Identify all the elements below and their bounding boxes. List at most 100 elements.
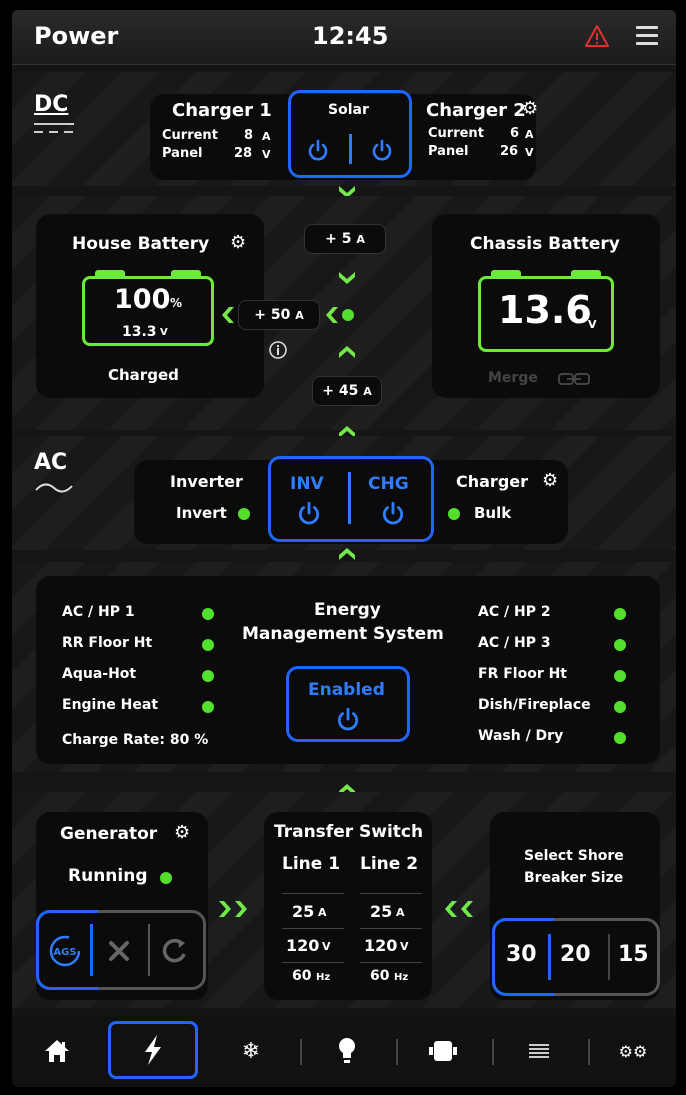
inv-power-button[interactable] xyxy=(296,500,322,526)
charger1-panel-unit: V xyxy=(262,148,271,161)
line2-volts-unit: V xyxy=(400,940,409,953)
chassis-battery-title: Chassis Battery xyxy=(470,234,620,254)
line2-sep-1 xyxy=(360,893,422,894)
nav-slides[interactable] xyxy=(398,1023,488,1079)
inv-chg-toggle xyxy=(268,456,434,542)
inverter-title[interactable]: Inverter xyxy=(170,472,243,491)
line2-volts: 120 xyxy=(364,936,398,955)
flow-top-value: + 5 xyxy=(325,231,352,247)
line1-amps-unit: A xyxy=(318,906,327,919)
nav-lighting[interactable] xyxy=(302,1023,392,1079)
flow-bottom-amps: + 45 A xyxy=(312,376,382,406)
ems-power-icon xyxy=(337,707,359,731)
charger2-current-value: 6 xyxy=(510,126,520,141)
top-bar: Power 12:45 xyxy=(12,10,676,65)
generator-title: Generator xyxy=(60,824,158,844)
sources-section: Generator ⚙ Running AGS Transfer Switch … xyxy=(12,792,676,1008)
line1-sep-1 xyxy=(282,893,344,894)
shore-option-20[interactable]: 20 xyxy=(560,942,591,967)
line2-sep-3 xyxy=(360,962,422,963)
flow-house-value: + 50 xyxy=(254,307,291,323)
charger1-current-label: Current xyxy=(162,128,218,143)
nav-climate[interactable]: ❄ xyxy=(206,1023,296,1079)
solar-title: Solar xyxy=(328,102,369,118)
shore-option-15[interactable]: 15 xyxy=(618,942,649,967)
inverter-status-dot xyxy=(238,508,250,520)
house-battery-title: House Battery xyxy=(72,234,210,254)
ac-charger-title[interactable]: Charger xyxy=(456,472,528,491)
ems-load-right-3[interactable]: Dish/Fireplace xyxy=(478,697,591,713)
ac-charger-status: Bulk xyxy=(474,504,512,522)
ems-load-right-0[interactable]: AC / HP 2 xyxy=(478,604,551,620)
charger2-panel-value: 26 xyxy=(500,144,519,159)
shore-option-30[interactable]: 30 xyxy=(506,942,537,967)
stop-icon[interactable] xyxy=(108,940,130,962)
line1-sep-2 xyxy=(282,928,344,929)
generator-settings-icon[interactable]: ⚙ xyxy=(174,822,190,843)
ems-load-right-2[interactable]: FR Floor Ht xyxy=(478,666,567,682)
ems-load-left-3[interactable]: Engine Heat xyxy=(62,697,158,713)
line1-volts: 120 xyxy=(286,936,320,955)
flow-junction-dot xyxy=(342,309,354,321)
house-battery-percent: 100 xyxy=(114,284,171,315)
gears-icon: ⚙⚙ xyxy=(618,1041,648,1061)
line1-hz-unit: Hz xyxy=(316,972,331,983)
ems-section: Charge Rate: 80 % Energy Management Syst… xyxy=(12,562,676,772)
generator-status: Running xyxy=(68,866,148,886)
ems-load-left-dot-0 xyxy=(202,608,214,620)
charger1-current-value: 8 xyxy=(244,128,254,143)
transfer-title: Transfer Switch xyxy=(274,822,424,842)
charger1-title[interactable]: Charger 1 xyxy=(172,100,272,121)
merge-label[interactable]: Merge xyxy=(488,370,538,386)
home-icon xyxy=(45,1040,69,1062)
flow-left-icon xyxy=(222,307,234,323)
solar-power2-button[interactable] xyxy=(370,138,394,162)
ac-charger-settings-icon[interactable]: ⚙ xyxy=(542,470,558,491)
ems-load-left-1[interactable]: RR Floor Ht xyxy=(62,635,152,651)
ems-load-right-dot-1 xyxy=(614,639,626,651)
flow-top-unit: A xyxy=(356,233,365,246)
flow-up-icon-3 xyxy=(339,548,355,560)
charger2-panel-unit: V xyxy=(525,146,534,159)
nav-power[interactable] xyxy=(108,1021,198,1079)
battery-section: House Battery ⚙ 100 % 13.3 V Charged + 5… xyxy=(12,196,676,430)
ems-charge-rate[interactable]: Charge Rate: 80 % xyxy=(62,732,208,748)
nav-home[interactable] xyxy=(12,1023,102,1079)
shore-divider-2 xyxy=(608,934,610,980)
ems-title-line2: Management System xyxy=(242,624,444,644)
link-icon[interactable] xyxy=(558,372,590,386)
charger2-settings-icon[interactable]: ⚙ xyxy=(522,98,538,119)
menu-icon[interactable] xyxy=(636,26,658,46)
info-icon[interactable] xyxy=(268,340,288,360)
ems-load-left-0[interactable]: AC / HP 1 xyxy=(62,604,135,620)
solar-power1-button[interactable] xyxy=(306,138,330,162)
ems-load-right-4[interactable]: Wash / Dry xyxy=(478,728,563,744)
chg-power-button[interactable] xyxy=(380,500,406,526)
flow-bottom-unit: A xyxy=(363,385,372,398)
inverter-status: Invert xyxy=(176,504,227,522)
start-icon[interactable] xyxy=(160,936,188,964)
nav-settings[interactable]: ⚙⚙ xyxy=(590,1023,676,1079)
dc-symbol-icon xyxy=(34,123,74,133)
warning-icon[interactable] xyxy=(584,24,610,48)
charger2-current-label: Current xyxy=(428,126,484,141)
house-battery-settings-icon[interactable]: ⚙ xyxy=(230,232,246,253)
flow-house-amps: + 50 A xyxy=(238,300,320,330)
power-icon xyxy=(145,1035,161,1065)
page-title: Power xyxy=(34,22,119,50)
bulb-icon xyxy=(339,1038,355,1063)
nav-list[interactable] xyxy=(494,1023,584,1079)
chassis-battery-voltage: 13.6 xyxy=(498,288,592,332)
charger2-title[interactable]: Charger 2 xyxy=(426,100,526,121)
flow-left-icon-3 xyxy=(445,901,473,917)
ems-load-right-dot-3 xyxy=(614,701,626,713)
shore-title-line1: Select Shore xyxy=(524,848,624,864)
house-battery-percent-unit: % xyxy=(170,296,183,310)
ems-load-right-1[interactable]: AC / HP 3 xyxy=(478,635,551,651)
ags-divider xyxy=(90,924,93,976)
ems-title-line1: Energy xyxy=(314,600,381,620)
bottom-nav: ❄ ⚙⚙ xyxy=(12,1015,676,1087)
line2-label: Line 2 xyxy=(360,854,419,874)
ems-load-left-2[interactable]: Aqua-Hot xyxy=(62,666,136,682)
line2-sep-2 xyxy=(360,928,422,929)
